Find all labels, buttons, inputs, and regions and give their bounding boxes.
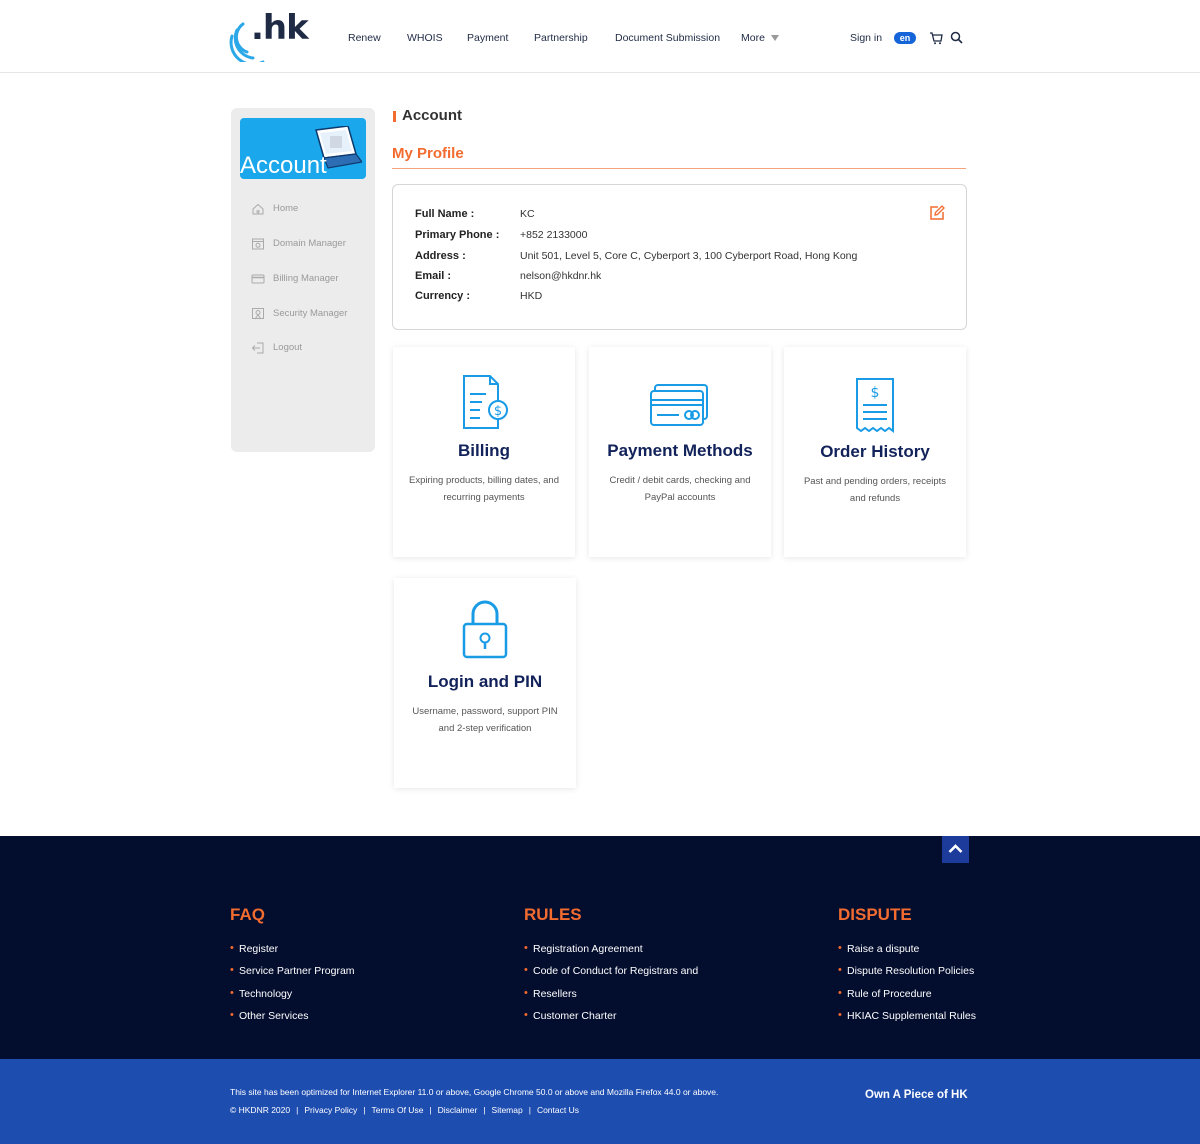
- payment-methods-card[interactable]: Payment Methods Credit / debit cards, ch…: [589, 347, 771, 557]
- nav-partnership[interactable]: Partnership: [534, 32, 588, 44]
- home-icon: [252, 203, 264, 215]
- dispute-heading: DISPUTE: [838, 905, 912, 924]
- contact-us-link[interactable]: Contact Us: [537, 1105, 579, 1115]
- logout-icon: [251, 342, 264, 354]
- profile-card: Full Name : KC Primary Phone : +852 2133…: [392, 184, 967, 330]
- nav-more[interactable]: More: [741, 32, 779, 44]
- nav-payment[interactable]: Payment: [467, 32, 508, 44]
- rules-heading: RULES: [524, 905, 582, 924]
- footer-link-customer-charter[interactable]: • Customer Charter: [524, 1009, 616, 1022]
- search-icon[interactable]: [950, 31, 963, 44]
- site-header: .hk Renew WHOIS Payment Partnership Docu…: [0, 0, 1200, 73]
- terms-of-use-link[interactable]: Terms Of Use: [371, 1105, 423, 1115]
- account-banner-text: Account: [240, 152, 327, 179]
- footer-link-registration-agreement[interactable]: • Registration Agreement: [524, 942, 643, 955]
- footer-link-technology[interactable]: • Technology: [230, 987, 292, 1000]
- address-label: Address :: [415, 250, 466, 262]
- footer-link-service-partner[interactable]: • Service Partner Program: [230, 964, 355, 977]
- full-name-label: Full Name :: [415, 208, 475, 220]
- billing-desc: Expiring products, billing dates, and re…: [409, 475, 559, 503]
- footer-link-other-services[interactable]: • Other Services: [230, 1009, 308, 1022]
- currency-label: Currency :: [415, 290, 471, 302]
- footer-link-raise-dispute[interactable]: • Raise a dispute: [838, 942, 919, 955]
- address-value: Unit 501, Level 5, Core C, Cyberport 3, …: [520, 250, 858, 262]
- faq-heading: FAQ: [230, 905, 265, 924]
- title-accent-bar: [393, 111, 396, 122]
- primary-phone-value: +852 2133000: [520, 229, 588, 241]
- svg-text:$: $: [494, 404, 502, 419]
- email-value: nelson@hkdnr.hk: [520, 270, 602, 282]
- language-toggle[interactable]: en: [894, 32, 916, 44]
- signin-link[interactable]: Sign in: [850, 32, 882, 44]
- sidebar-item-label: Billing Manager: [273, 273, 339, 284]
- footer-link-hkiac-rules[interactable]: • HKIAC Supplemental Rules: [838, 1009, 976, 1022]
- footer-link-resellers[interactable]: • Resellers: [524, 987, 577, 1000]
- nav-more-label: More: [741, 32, 765, 44]
- account-sidebar: Account Home Domain Manager Billing Mana…: [231, 108, 375, 452]
- copyright-text: © HKDNR 2020: [230, 1105, 291, 1115]
- payment-methods-desc: Credit / debit cards, checking and PayPa…: [609, 475, 751, 503]
- nav-whois[interactable]: WHOIS: [407, 32, 443, 44]
- profile-divider: [392, 168, 966, 169]
- login-pin-desc: Username, password, support PIN and 2-st…: [412, 706, 558, 734]
- sidebar-item-label: Security Manager: [273, 308, 348, 319]
- back-to-top-button[interactable]: [942, 836, 969, 863]
- footer-bottom-bar: This site has been optimized for Interne…: [0, 1059, 1200, 1144]
- nav-document-submission[interactable]: Document Submission: [615, 32, 720, 44]
- footer-link-rule-of-procedure[interactable]: • Rule of Procedure: [838, 987, 932, 1000]
- chevron-down-icon: [770, 35, 779, 42]
- browser-optimized-note: This site has been optimized for Interne…: [230, 1087, 719, 1097]
- login-pin-title: Login and PIN: [427, 672, 543, 691]
- slogan-text: Own A Piece of HK: [865, 1089, 968, 1101]
- billing-title: Billing: [458, 441, 510, 460]
- receipt-icon: $: [856, 378, 894, 433]
- logo-text: .hk: [251, 8, 309, 48]
- profile-heading: My Profile: [392, 145, 464, 162]
- order-history-card[interactable]: $ Order History Past and pending orders,…: [784, 347, 966, 557]
- credit-card-icon: [650, 384, 708, 426]
- order-history-title: Order History: [820, 442, 930, 461]
- sidebar-item-label: Logout: [273, 342, 303, 353]
- copyright-row: © HKDNR 2020 | Privacy Policy | Terms Of Use…: [230, 1105, 579, 1115]
- login-pin-card[interactable]: Login and PIN Username, password, suppor…: [394, 578, 576, 788]
- account-banner: Account: [240, 118, 366, 179]
- site-footer: FAQ • Register • Service Partner Program •…: [0, 836, 1200, 1059]
- email-label: Email :: [415, 270, 452, 282]
- cart-icon[interactable]: [929, 31, 943, 45]
- primary-phone-label: Primary Phone :: [415, 229, 500, 241]
- payment-methods-title: Payment Methods: [607, 441, 753, 460]
- footer-link-code-of-conduct[interactable]: • Code of Conduct for Registrars and: [524, 964, 698, 977]
- sidebar-item-label: Domain Manager: [273, 238, 346, 249]
- privacy-policy-link[interactable]: Privacy Policy: [304, 1105, 357, 1115]
- nav-renew[interactable]: Renew: [348, 32, 381, 44]
- currency-value: HKD: [520, 290, 543, 302]
- full-name-value: KC: [520, 208, 535, 220]
- edit-icon[interactable]: [929, 205, 945, 221]
- order-history-desc: Past and pending orders, receipts and re…: [803, 476, 947, 504]
- domain-icon: [252, 238, 264, 250]
- svg-text:$: $: [871, 385, 880, 401]
- billing-card[interactable]: $ Billing Expiring products, billing dat…: [393, 347, 575, 557]
- padlock-icon: [462, 600, 508, 659]
- hk-logo[interactable]: .hk: [229, 8, 309, 64]
- footer-link-register[interactable]: • Register: [230, 942, 278, 955]
- sitemap-link[interactable]: Sitemap: [492, 1105, 523, 1115]
- billing-card-icon: [251, 274, 265, 284]
- sidebar-item-label: Home: [273, 203, 299, 214]
- footer-link-dispute-policies[interactable]: • Dispute Resolution Policies: [838, 964, 974, 977]
- chevron-up-icon: [948, 844, 963, 853]
- invoice-dollar-icon: $: [463, 375, 508, 429]
- page-title: Account: [402, 107, 462, 124]
- disclaimer-link[interactable]: Disclaimer: [438, 1105, 478, 1115]
- security-icon: [252, 308, 264, 320]
